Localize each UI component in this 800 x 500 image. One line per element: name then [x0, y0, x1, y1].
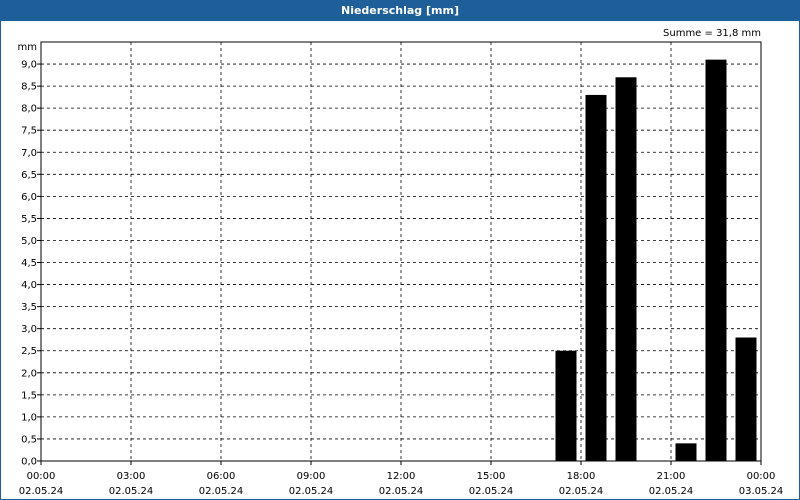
x-tick-date-label: 02.05.24 — [289, 486, 334, 497]
x-tick-date-label: 02.05.24 — [649, 486, 694, 497]
y-tick-label: 9,0 — [21, 60, 37, 71]
x-tick-time-label: 00:00 — [747, 471, 776, 482]
precipitation-bar — [675, 443, 697, 461]
precipitation-bar — [615, 77, 637, 461]
x-tick-time-label: 03:00 — [117, 471, 146, 482]
y-tick-label: 5,0 — [21, 236, 37, 247]
x-tick-time-label: 00:00 — [27, 471, 56, 482]
x-tick-date-label: 02.05.24 — [379, 486, 424, 497]
y-tick-label: 6,0 — [21, 192, 37, 203]
y-tick-label: 4,0 — [21, 280, 37, 291]
y-tick-label: 2,0 — [21, 368, 37, 379]
y-tick-label: 0,0 — [21, 457, 37, 468]
y-tick-label: 7,5 — [21, 126, 37, 137]
y-tick-label: 7,0 — [21, 148, 37, 159]
y-tick-label: 1,0 — [21, 412, 37, 423]
x-tick-date-label: 02.05.24 — [19, 486, 64, 497]
y-tick-label: 8,5 — [21, 82, 37, 93]
y-tick-label: 3,0 — [21, 324, 37, 335]
precipitation-bar — [705, 59, 727, 462]
y-tick-label: 8,0 — [21, 104, 37, 115]
y-tick-label: 3,5 — [21, 302, 37, 313]
x-tick-date-label: 02.05.24 — [199, 486, 244, 497]
y-tick-label: 0,5 — [21, 434, 37, 445]
x-tick-date-label: 02.05.24 — [109, 486, 154, 497]
precipitation-chart: 0,0 0,5 1,0 1,5 2,0 2,5 3,0 3,5 4,0 4,5 5,0 5,5 6,0 6… — [18, 28, 784, 497]
y-tick-label: 4,5 — [21, 258, 37, 269]
x-tick-time-label: 15:00 — [477, 471, 506, 482]
x-tick-time-label: 21:00 — [657, 471, 686, 482]
y-tick-label: 1,5 — [21, 390, 37, 401]
precipitation-bar — [735, 337, 757, 461]
x-tick-date-label: 03.05.24 — [739, 486, 784, 497]
y-tick-label: 5,5 — [21, 214, 37, 225]
x-tick-time-label: 09:00 — [297, 471, 326, 482]
sum-annotation: Summe = 31,8 mm — [663, 28, 761, 39]
y-tick-label: 2,5 — [21, 346, 37, 357]
x-tick-date-label: 02.05.24 — [469, 486, 514, 497]
x-tick-date-label: 02.05.24 — [559, 486, 604, 497]
precipitation-bar — [585, 94, 607, 461]
x-tick-time-label: 06:00 — [207, 471, 236, 482]
y-axis-unit-label: mm — [18, 42, 37, 53]
x-tick-time-label: 12:00 — [387, 471, 416, 482]
y-tick-label: 6,5 — [21, 170, 37, 181]
precipitation-bar — [555, 350, 577, 461]
x-tick-time-label: 18:00 — [567, 471, 596, 482]
